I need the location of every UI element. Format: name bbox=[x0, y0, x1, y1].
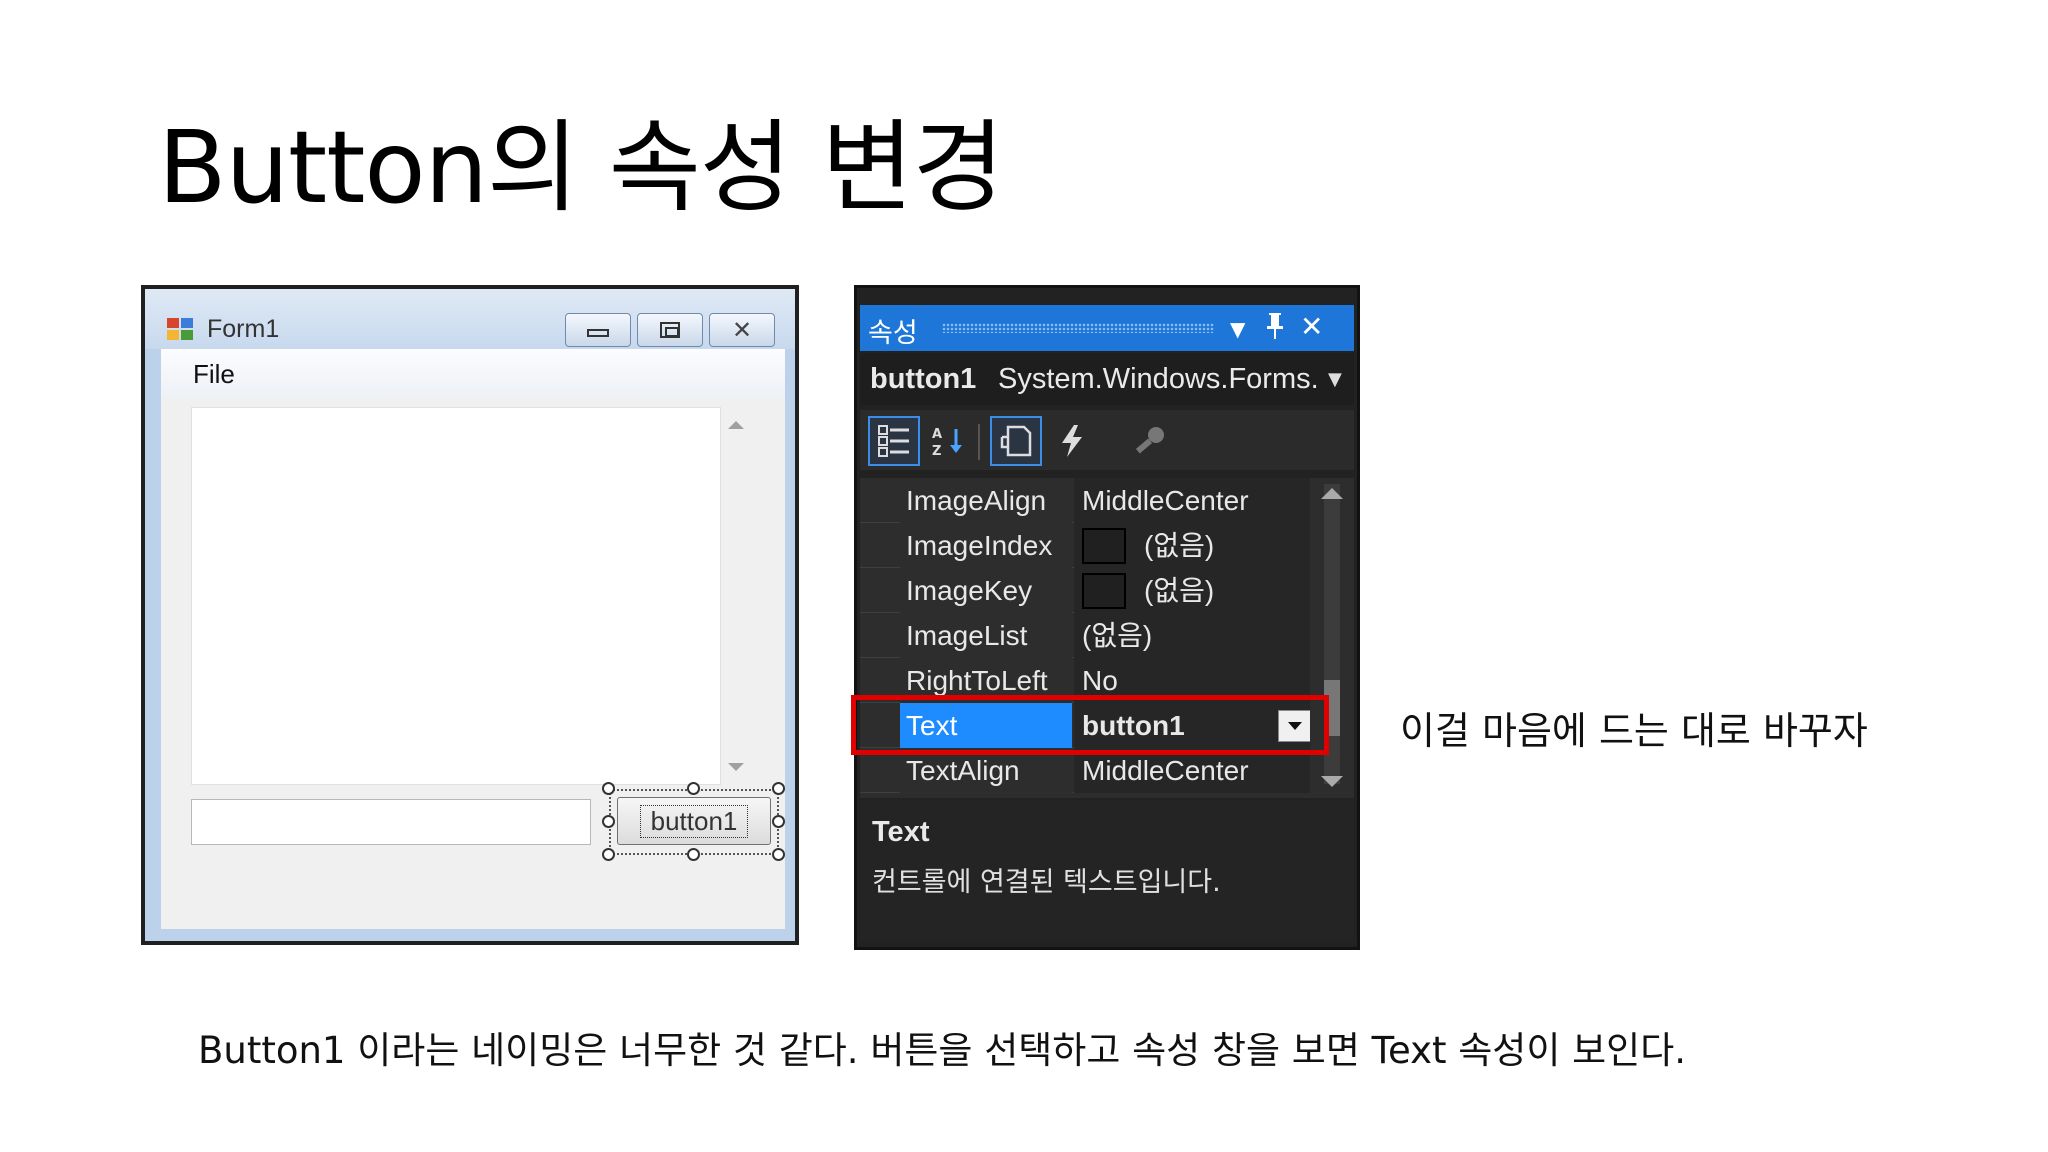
object-type: System.Windows.Forms. bbox=[998, 363, 1319, 395]
resize-handle[interactable] bbox=[602, 848, 615, 861]
properties-panel: 속성 ▼ ✕ button1 System.Windows.Forms. ▼ A bbox=[854, 285, 1360, 950]
multiline-textbox[interactable] bbox=[191, 407, 721, 785]
resize-handle[interactable] bbox=[687, 848, 700, 861]
property-value-text: (없음) bbox=[1144, 575, 1215, 606]
chevron-down-icon[interactable]: ▼ bbox=[1328, 369, 1342, 390]
panel-close-icon[interactable]: ✕ bbox=[1300, 311, 1323, 343]
object-name: button1 bbox=[870, 363, 977, 395]
pin-icon[interactable] bbox=[1264, 311, 1286, 348]
alphabetical-button[interactable]: A Z bbox=[922, 416, 974, 466]
form1-client-area: File button1 bbox=[161, 349, 785, 929]
textbox-scrollbar[interactable] bbox=[721, 407, 751, 785]
property-row-imagekey[interactable]: ImageKey (없음) bbox=[860, 568, 1354, 613]
resize-handle[interactable] bbox=[772, 815, 785, 828]
scroll-up-icon[interactable] bbox=[728, 421, 744, 429]
resize-handle[interactable] bbox=[772, 848, 785, 861]
property-row-imagealign[interactable]: ImageAlign MiddleCenter bbox=[860, 478, 1354, 523]
properties-button[interactable] bbox=[990, 416, 1042, 466]
properties-toolbar: A Z bbox=[860, 410, 1354, 470]
categorized-button[interactable] bbox=[868, 416, 920, 466]
form1-titlebar: Form1 ✕ bbox=[145, 289, 795, 349]
properties-icon bbox=[1000, 425, 1032, 457]
property-pages-button[interactable] bbox=[1124, 416, 1176, 466]
property-value[interactable]: (없음) bbox=[1074, 568, 1310, 613]
properties-titlebar: 속성 ▼ ✕ bbox=[860, 305, 1354, 351]
events-button[interactable] bbox=[1046, 416, 1098, 466]
alphabetical-icon: A Z bbox=[932, 427, 962, 459]
image-preview-swatch bbox=[1082, 572, 1126, 609]
close-icon: ✕ bbox=[731, 316, 753, 344]
description-text: 컨트롤에 연결된 텍스트입니다. bbox=[872, 867, 1221, 898]
menu-bar: File bbox=[161, 349, 785, 397]
toolbar-separator bbox=[978, 424, 980, 460]
minimize-button[interactable] bbox=[565, 313, 631, 347]
resize-handle[interactable] bbox=[602, 782, 615, 795]
form1-window: Form1 ✕ File button1 bbox=[141, 285, 799, 945]
property-value[interactable]: (없음) bbox=[1074, 613, 1310, 658]
button1[interactable]: button1 bbox=[617, 797, 771, 845]
titlebar-grip[interactable] bbox=[942, 323, 1214, 333]
scroll-down-icon[interactable] bbox=[728, 763, 744, 771]
property-name: ImageKey bbox=[900, 568, 1072, 613]
maximize-button[interactable] bbox=[637, 313, 703, 347]
resize-handle[interactable] bbox=[687, 782, 700, 795]
form-app-icon bbox=[167, 318, 193, 340]
text-row-highlight bbox=[851, 695, 1329, 755]
property-value[interactable]: (없음) bbox=[1074, 523, 1310, 568]
slide-title: Button의 속성 변경 bbox=[158, 109, 1005, 226]
svg-text:Z: Z bbox=[932, 444, 941, 459]
property-row-imagelist[interactable]: ImageList (없음) bbox=[860, 613, 1354, 658]
property-row-imageindex[interactable]: ImageIndex (없음) bbox=[860, 523, 1354, 568]
scroll-down-icon[interactable] bbox=[1321, 776, 1343, 787]
image-preview-swatch bbox=[1082, 527, 1126, 564]
categorized-icon bbox=[878, 425, 909, 457]
window-position-dropdown-icon[interactable]: ▼ bbox=[1230, 313, 1245, 345]
close-button[interactable]: ✕ bbox=[709, 313, 775, 347]
property-name: ImageIndex bbox=[900, 523, 1072, 568]
input-textbox[interactable] bbox=[191, 799, 591, 845]
scroll-up-icon[interactable] bbox=[1321, 488, 1343, 499]
side-note: 이걸 마음에 드는 대로 바꾸자 bbox=[1400, 709, 1868, 753]
properties-title: 속성 bbox=[868, 318, 918, 349]
events-icon bbox=[1062, 425, 1082, 457]
minimize-icon bbox=[587, 329, 609, 337]
resize-handle[interactable] bbox=[602, 815, 615, 828]
svg-text:A: A bbox=[932, 427, 942, 442]
button1-label: button1 bbox=[639, 804, 749, 838]
property-value[interactable]: MiddleCenter bbox=[1074, 478, 1310, 523]
form1-title: Form1 bbox=[207, 315, 280, 343]
property-name: ImageAlign bbox=[900, 478, 1072, 523]
description-title: Text bbox=[872, 816, 930, 848]
property-pages-icon bbox=[1135, 427, 1164, 454]
property-value-text: (없음) bbox=[1144, 530, 1215, 561]
menu-file[interactable]: File bbox=[193, 359, 235, 390]
property-name: ImageList bbox=[900, 613, 1072, 658]
bottom-caption: Button1 이라는 네이밍은 너무한 것 같다. 버튼을 선택하고 속성 창… bbox=[198, 1029, 1687, 1072]
maximize-icon bbox=[660, 322, 680, 338]
resize-handle[interactable] bbox=[772, 782, 785, 795]
property-description: Text 컨트롤에 연결된 텍스트입니다. bbox=[860, 800, 1354, 940]
object-selector[interactable]: button1 System.Windows.Forms. ▼ bbox=[860, 353, 1354, 405]
